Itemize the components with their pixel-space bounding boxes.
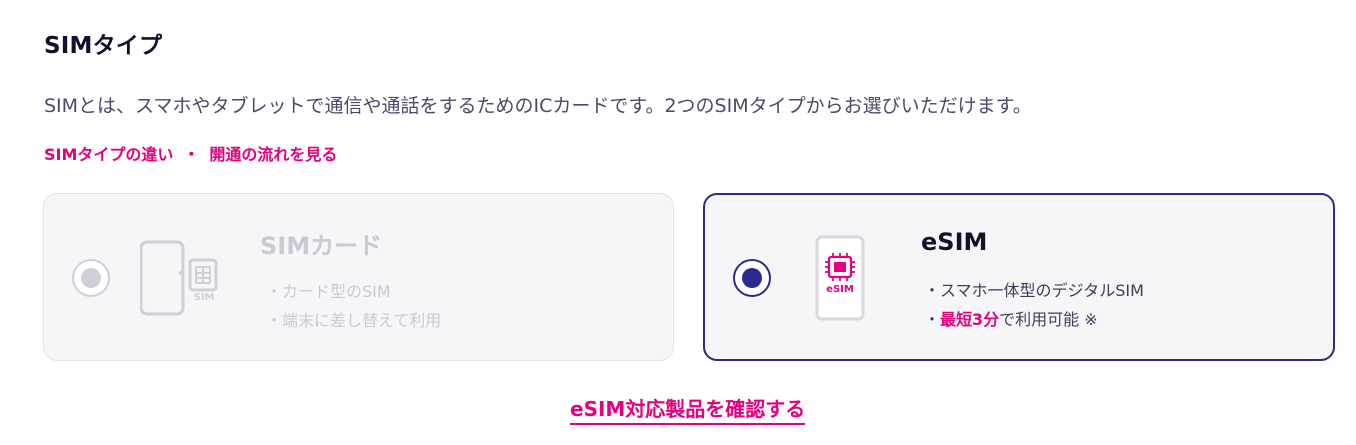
- sim-type-section: SIMタイプ SIMとは、スマホやタブレットで通信や通話をするためのICカードで…: [0, 0, 1356, 445]
- phone-with-sim-card-icon: SIM: [139, 240, 230, 320]
- section-title: SIMタイプ: [44, 33, 163, 59]
- phone-with-esim-chip-icon: eSIM: [815, 235, 865, 325]
- esim-feature-1: ・スマホ一体型のデジタルSIM: [924, 281, 1144, 300]
- sim-icon-label: SIM: [193, 292, 215, 303]
- esim-feature-2-suffix: で利用可能 ※: [999, 310, 1098, 329]
- activation-flow-link[interactable]: 開通の流れを見る: [209, 145, 337, 164]
- esim-title: eSIM: [921, 228, 988, 256]
- sim-card-feature-2: ・端末に差し替えて利用: [266, 311, 442, 330]
- link-separator: ・: [183, 145, 200, 164]
- esim-icon-label: eSIM: [826, 284, 854, 295]
- info-links: SIMタイプの違い・開通の流れを見る: [44, 141, 337, 165]
- esim-radio[interactable]: [733, 259, 771, 297]
- esim-option[interactable]: eSIM eSIM ・スマホ一体型のデジタルSIM ・最短3分で利用可能 ※: [703, 193, 1335, 361]
- section-description: SIMとは、スマホやタブレットで通信や通話をするためのICカードです。2つのSI…: [44, 95, 1032, 117]
- sim-type-difference-link[interactable]: SIMタイプの違い: [44, 145, 173, 164]
- sim-card-title: SIMカード: [260, 232, 383, 260]
- sim-card-option: SIM SIMカード ・カード型のSIM ・端末に差し替えて利用: [43, 193, 674, 361]
- esim-feature-2-highlight: 最短3分: [940, 310, 1000, 329]
- esim-feature-2: ・最短3分で利用可能 ※: [924, 306, 1098, 330]
- sim-card-feature-1: ・カード型のSIM: [266, 282, 391, 301]
- esim-feature-2-prefix: ・: [924, 310, 941, 329]
- sim-card-radio: [72, 259, 110, 297]
- esim-compatible-devices-link[interactable]: eSIM対応製品を確認する: [570, 393, 806, 425]
